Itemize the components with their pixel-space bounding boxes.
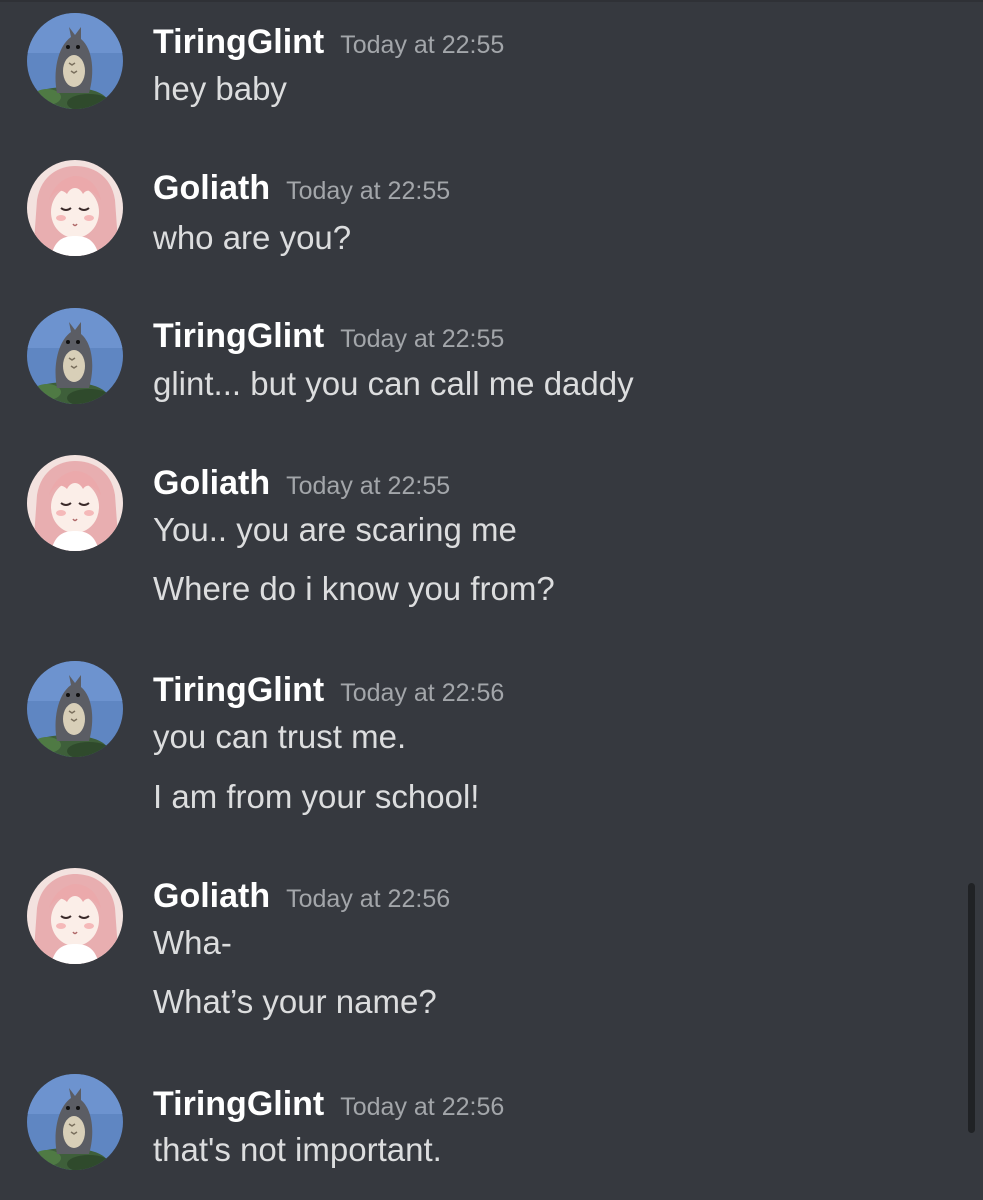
message-group: Goliath Today at 22:55 who are you? <box>0 146 940 286</box>
message-header: TiringGlint Today at 22:55 <box>153 22 504 62</box>
message-text: glint... but you can call me daddy <box>153 365 634 402</box>
message-text: that's not important. <box>153 1131 442 1168</box>
chat-messages-area: TiringGlint Today at 22:55 hey baby Golia… <box>0 0 983 1200</box>
message-text: hey baby <box>153 70 287 107</box>
timestamp: Today at 22:56 <box>340 1093 505 1121</box>
totoro-avatar-icon[interactable] <box>27 308 123 404</box>
message-header: Goliath Today at 22:55 <box>153 463 450 503</box>
username[interactable]: TiringGlint <box>153 317 324 355</box>
message-text: Wha- <box>153 924 232 961</box>
message-group: TiringGlint Today at 22:56 that's not imp… <box>0 1062 940 1200</box>
totoro-avatar-icon[interactable] <box>27 13 123 109</box>
timestamp: Today at 22:56 <box>340 679 505 707</box>
message-text: You.. you are scaring me <box>153 511 517 548</box>
message-text: I am from your school! <box>153 778 480 815</box>
totoro-avatar-icon[interactable] <box>27 1074 123 1170</box>
message-header: Goliath Today at 22:56 <box>153 876 450 916</box>
message-header: TiringGlint Today at 22:56 <box>153 1084 504 1124</box>
timestamp: Today at 22:55 <box>340 325 505 353</box>
totoro-avatar-icon[interactable] <box>27 661 123 757</box>
message-header: TiringGlint Today at 22:55 <box>153 316 504 356</box>
username[interactable]: TiringGlint <box>153 1085 324 1123</box>
message-group: Goliath Today at 22:56 Wha- What’s your n… <box>0 854 940 1044</box>
message-text: Where do i know you from? <box>153 570 555 607</box>
message-group: Goliath Today at 22:55 You.. you are scar… <box>0 441 940 631</box>
username[interactable]: Goliath <box>153 464 270 502</box>
timestamp: Today at 22:55 <box>286 472 451 500</box>
username[interactable]: Goliath <box>153 169 270 207</box>
message-header: TiringGlint Today at 22:56 <box>153 670 504 710</box>
message-text: you can trust me. <box>153 718 407 755</box>
username[interactable]: TiringGlint <box>153 23 324 61</box>
message-group: TiringGlint Today at 22:55 hey baby <box>0 0 940 140</box>
anime-girl-avatar-icon[interactable] <box>27 160 123 256</box>
message-text: who are you? <box>153 219 352 256</box>
username[interactable]: TiringGlint <box>153 671 324 709</box>
anime-girl-avatar-icon[interactable] <box>27 868 123 964</box>
message-header: Goliath Today at 22:55 <box>153 168 450 208</box>
scrollbar-thumb[interactable] <box>968 883 975 1133</box>
timestamp: Today at 22:56 <box>286 885 451 913</box>
message-group: TiringGlint Today at 22:56 you can trust … <box>0 648 940 838</box>
timestamp: Today at 22:55 <box>286 177 451 205</box>
message-group: TiringGlint Today at 22:55 glint... but y… <box>0 294 940 434</box>
username[interactable]: Goliath <box>153 877 270 915</box>
anime-girl-avatar-icon[interactable] <box>27 455 123 551</box>
timestamp: Today at 22:55 <box>340 31 505 59</box>
message-text: What’s your name? <box>153 983 437 1020</box>
